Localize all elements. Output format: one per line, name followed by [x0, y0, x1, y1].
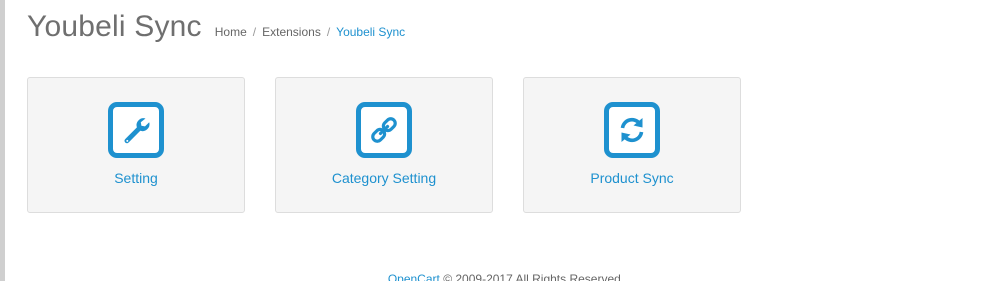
product-sync-tile[interactable]: Product Sync: [523, 77, 741, 213]
wrench-icon: [108, 102, 164, 158]
footer-brand-link[interactable]: OpenCart: [388, 272, 440, 281]
tile-label-setting: Setting: [114, 170, 158, 186]
tile-label-product-sync: Product Sync: [590, 170, 674, 186]
breadcrumb: Home / Extensions / Youbeli Sync: [215, 25, 405, 39]
breadcrumb-extensions[interactable]: Extensions: [262, 25, 321, 39]
footer: OpenCart © 2009-2017 All Rights Reserved…: [5, 272, 1002, 281]
page-header: Youbeli Sync Home / Extensions / Youbeli…: [27, 10, 405, 50]
footer-copyright: © 2009-2017 All Rights Reserved.: [443, 272, 625, 281]
breadcrumb-separator: /: [252, 25, 257, 39]
breadcrumb-separator: /: [326, 25, 331, 39]
breadcrumb-home[interactable]: Home: [215, 25, 247, 39]
tile-label-category-setting: Category Setting: [331, 170, 437, 186]
page-title: Youbeli Sync: [27, 10, 202, 43]
page: Youbeli Sync Home / Extensions / Youbeli…: [0, 0, 1002, 281]
tile-grid: Setting Category Setting Product Sync: [27, 77, 741, 213]
setting-tile[interactable]: Setting: [27, 77, 245, 213]
breadcrumb-current[interactable]: Youbeli Sync: [336, 25, 405, 39]
link-icon: [356, 102, 412, 158]
category-setting-tile[interactable]: Category Setting: [275, 77, 493, 213]
refresh-icon: [604, 102, 660, 158]
